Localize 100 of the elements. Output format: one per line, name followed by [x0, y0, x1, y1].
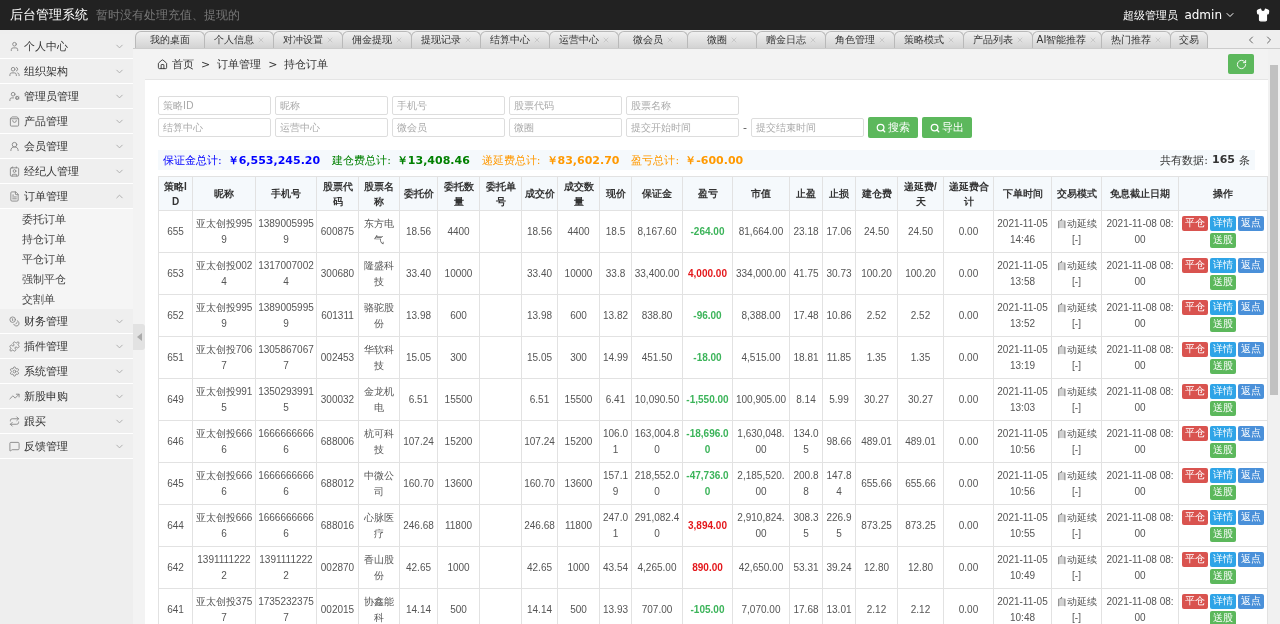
action-button[interactable]: 送股	[1210, 526, 1236, 542]
action-button[interactable]: 平仓	[1182, 299, 1208, 315]
page-tab[interactable]: 微会员	[618, 31, 688, 48]
action-button[interactable]: 返点	[1238, 341, 1264, 357]
action-button[interactable]: 详情	[1210, 341, 1236, 357]
action-button[interactable]: 详情	[1210, 299, 1236, 315]
action-button[interactable]: 平仓	[1182, 341, 1208, 357]
filter-field[interactable]: 手机号	[392, 96, 505, 115]
table-cell: 24.50	[855, 210, 898, 253]
column-header: 昵称	[192, 176, 256, 211]
action-button[interactable]: 平仓	[1182, 593, 1208, 609]
action-button[interactable]: 详情	[1210, 551, 1236, 567]
table-cell: 亚太创投7067	[192, 336, 256, 379]
page-tab[interactable]: 赠金日志	[756, 31, 826, 48]
page-tab[interactable]: 提现记录	[411, 31, 481, 48]
action-button[interactable]: 详情	[1210, 257, 1236, 273]
action-button[interactable]: 返点	[1238, 467, 1264, 483]
table-cell	[479, 504, 522, 547]
table-cell: 16666666666	[255, 462, 317, 505]
filter-field[interactable]: 策略ID	[158, 96, 271, 115]
refresh-button[interactable]	[1228, 54, 1254, 74]
page-tab[interactable]: AI智能推荐	[1032, 31, 1102, 48]
filter-field[interactable]: 股票名称	[626, 96, 739, 115]
page-tab[interactable]: 个人信息	[204, 31, 274, 48]
filter-field[interactable]: 运营中心	[275, 118, 388, 137]
breadcrumb-item[interactable]: 订单管理	[217, 56, 262, 72]
table-cell: 亚太创投6666	[192, 504, 256, 547]
table-cell: 4,515.00	[732, 336, 790, 379]
page-tab[interactable]: 我的桌面	[135, 31, 205, 48]
action-button[interactable]: 送股	[1210, 316, 1236, 332]
action-button[interactable]: 平仓	[1182, 467, 1208, 483]
action-button[interactable]: 送股	[1210, 358, 1236, 374]
sidebar-subitem[interactable]: 持仓订单	[0, 229, 133, 249]
filter-field[interactable]: 股票代码	[509, 96, 622, 115]
filter-field[interactable]: 提交开始时间	[626, 118, 739, 137]
action-button[interactable]: 返点	[1238, 215, 1264, 231]
filter-field[interactable]: 微会员	[392, 118, 505, 137]
table-cell: 15.05	[399, 336, 438, 379]
sidebar-subitem[interactable]: 委托订单	[0, 209, 133, 229]
action-button[interactable]: 返点	[1238, 593, 1264, 609]
page-tab[interactable]: 运营中心	[549, 31, 619, 48]
action-button[interactable]: 平仓	[1182, 215, 1208, 231]
action-button[interactable]: 详情	[1210, 215, 1236, 231]
page-tab[interactable]: 结算中心	[480, 31, 550, 48]
filter-field[interactable]: 结算中心	[158, 118, 271, 137]
action-button[interactable]: 返点	[1238, 509, 1264, 525]
table-cell: 2.52	[855, 294, 898, 337]
scrollbar-thumb[interactable]	[1270, 65, 1278, 395]
action-button[interactable]: 平仓	[1182, 509, 1208, 525]
action-button[interactable]: 送股	[1210, 442, 1236, 458]
table-cell: 600	[437, 294, 480, 337]
action-button[interactable]: 返点	[1238, 383, 1264, 399]
user-menu[interactable]: admin	[1184, 8, 1236, 22]
filter-field[interactable]: 提交结束时间	[751, 118, 864, 137]
sidebar-subitem[interactable]: 平仓订单	[0, 249, 133, 269]
action-button[interactable]: 平仓	[1182, 551, 1208, 567]
filter-field[interactable]: 微圈	[509, 118, 622, 137]
sidebar-subitem[interactable]: 强制平仓	[0, 269, 133, 289]
page-tab[interactable]: 产品列表	[963, 31, 1033, 48]
page-tab[interactable]: 佣金提现	[342, 31, 412, 48]
action-button[interactable]: 送股	[1210, 484, 1236, 500]
action-button[interactable]: 详情	[1210, 509, 1236, 525]
breadcrumb-item[interactable]: 首页	[172, 56, 194, 72]
action-button[interactable]: 平仓	[1182, 257, 1208, 273]
action-button[interactable]: 送股	[1210, 610, 1236, 624]
page-tab[interactable]: 策略模式	[894, 31, 964, 48]
page-tab[interactable]: 交易	[1170, 31, 1208, 48]
repeat-icon	[9, 415, 20, 427]
action-button[interactable]: 返点	[1238, 257, 1264, 273]
export-button[interactable]: 导出	[922, 117, 972, 138]
page-tab[interactable]: 微圈	[687, 31, 757, 48]
action-button[interactable]: 平仓	[1182, 425, 1208, 441]
column-header: 盈亏	[682, 176, 733, 211]
table-cell: 0.00	[943, 252, 994, 295]
table-cell: 13600	[557, 462, 600, 505]
page-tab[interactable]: 角色管理	[825, 31, 895, 48]
action-button[interactable]: 返点	[1238, 299, 1264, 315]
page-tab[interactable]: 对冲设置	[273, 31, 343, 48]
action-button[interactable]: 详情	[1210, 467, 1236, 483]
action-button[interactable]: 详情	[1210, 383, 1236, 399]
action-button[interactable]: 送股	[1210, 274, 1236, 290]
action-button[interactable]: 送股	[1210, 400, 1236, 416]
table-cell: 10.86	[822, 294, 856, 337]
shirt-icon[interactable]	[1256, 8, 1270, 22]
collapse-handle[interactable]	[133, 323, 145, 350]
action-button[interactable]: 详情	[1210, 593, 1236, 609]
profit-value: -18,696.00	[686, 427, 729, 455]
action-button[interactable]: 详情	[1210, 425, 1236, 441]
table-cell: 2021-11-05 14:46	[993, 210, 1052, 253]
action-button[interactable]: 返点	[1238, 425, 1264, 441]
filter-field[interactable]: 昵称	[275, 96, 388, 115]
action-button[interactable]: 送股	[1210, 568, 1236, 584]
page-tab[interactable]: 热门推荐	[1101, 31, 1171, 48]
table-cell: 13058670677	[255, 336, 317, 379]
search-button[interactable]: 搜索	[868, 117, 918, 138]
action-button[interactable]: 送股	[1210, 232, 1236, 248]
action-button[interactable]: 平仓	[1182, 383, 1208, 399]
action-button[interactable]: 返点	[1238, 551, 1264, 567]
sidebar-subitem[interactable]: 交割单	[0, 289, 133, 309]
table-cell: 2021-11-08 08:00	[1101, 252, 1179, 295]
